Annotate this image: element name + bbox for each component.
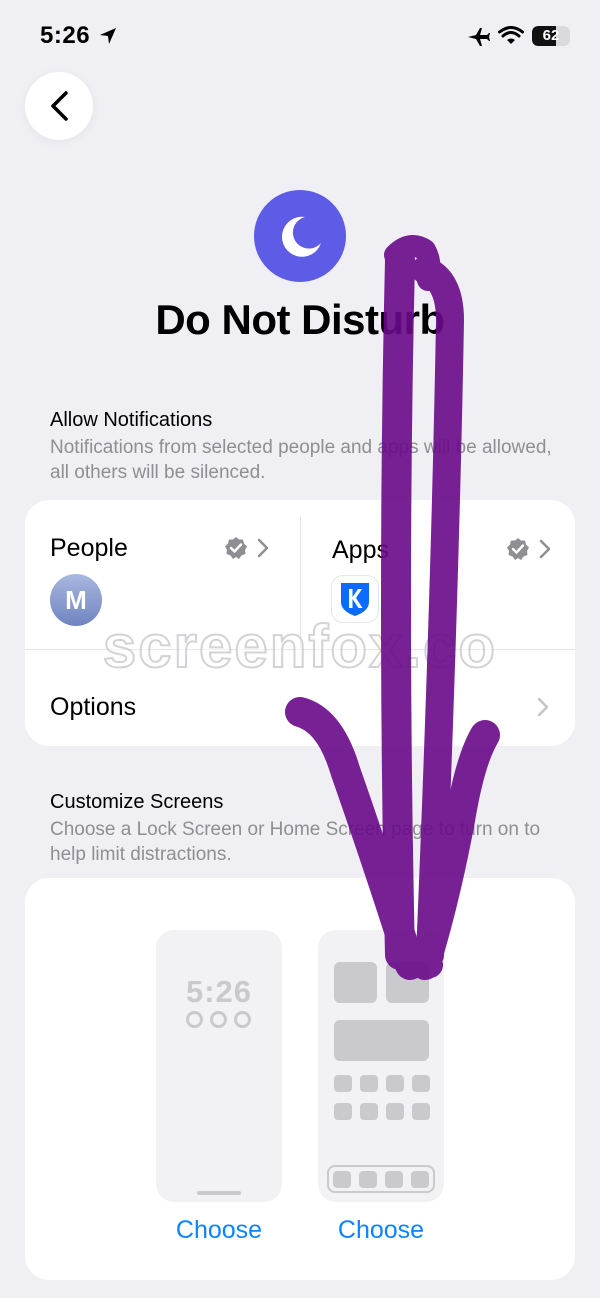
- widget-dot: [210, 1011, 227, 1028]
- chevron-right-icon: [539, 539, 551, 559]
- verified-badge-icon: [507, 538, 529, 560]
- screens-card: [25, 878, 575, 1280]
- chevron-left-icon: [51, 91, 68, 121]
- airplane-icon: [468, 28, 490, 46]
- widget-tile: [334, 1020, 429, 1061]
- chevron-right-icon: [257, 538, 269, 558]
- chevron-right-icon: [537, 697, 549, 717]
- lock-preview-time: 5:26: [185, 974, 253, 1009]
- battery-percent: 62: [542, 27, 560, 44]
- people-label: People: [50, 534, 128, 562]
- lock-screen-preview[interactable]: [156, 930, 282, 1202]
- widget-dot: [186, 1011, 203, 1028]
- apps-label: Apps: [332, 536, 389, 564]
- widget-tile: [386, 962, 429, 1003]
- choose-lock-screen-button[interactable]: Choose: [156, 1216, 282, 1245]
- location-arrow-icon: [100, 28, 116, 44]
- verified-badge-icon: [225, 537, 247, 559]
- app-tile: [386, 1103, 404, 1120]
- back-button[interactable]: [25, 72, 93, 140]
- allow-notifications-title: Allow Notifications: [50, 409, 213, 431]
- moon-icon: [254, 190, 346, 282]
- wifi-icon: [498, 26, 524, 44]
- battery-indicator: 62: [532, 26, 570, 46]
- options-label: Options: [50, 693, 137, 721]
- home-indicator: [197, 1191, 241, 1195]
- dock-tile: [333, 1171, 351, 1188]
- allow-notifications-description: Notifications from selected people and a…: [50, 437, 552, 483]
- dock-tile: [385, 1171, 403, 1188]
- widget-dot: [234, 1011, 251, 1028]
- choose-home-screen-button[interactable]: Choose: [318, 1216, 444, 1245]
- watermark: screenfox.co: [102, 612, 498, 681]
- app-tile: [412, 1075, 430, 1092]
- app-tile: [386, 1075, 404, 1092]
- page-title: Do Not Disturb: [155, 296, 445, 343]
- dock-tile: [411, 1171, 429, 1188]
- widget-tile: [334, 962, 377, 1003]
- app-tile: [334, 1103, 352, 1120]
- status-time: 5:26: [40, 22, 91, 49]
- dock-tile: [359, 1171, 377, 1188]
- customize-screens-description: Choose a Lock Screen or Home Screen page…: [50, 819, 541, 865]
- app-tile: [360, 1103, 378, 1120]
- app-tile: [360, 1075, 378, 1092]
- app-tile: [334, 1075, 352, 1092]
- app-tile: [412, 1103, 430, 1120]
- customize-screens-title: Customize Screens: [50, 791, 224, 813]
